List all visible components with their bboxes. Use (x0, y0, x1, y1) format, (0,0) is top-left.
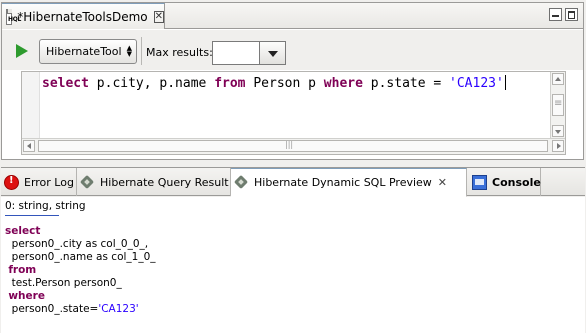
console-config-value: HibernateTool (46, 45, 122, 58)
editor-tabbar: HQL *HibernateToolsDemo ✕ (2, 3, 583, 29)
divider (5, 215, 59, 216)
panel-tabbar: Error Log Hibernate Query Result Hiberna… (1, 168, 585, 197)
generated-sql: select person0_.city as col_0_0_, person… (5, 225, 156, 315)
query-text-area[interactable]: select p.city, p.name from Person p wher… (21, 71, 566, 155)
run-query-icon[interactable] (16, 44, 28, 58)
close-icon[interactable]: ✕ (438, 176, 447, 189)
max-results-label: Max results: (146, 46, 213, 59)
hibernate-icon (80, 175, 95, 190)
scroll-left-icon[interactable] (23, 140, 35, 152)
scroll-down-icon[interactable] (552, 125, 564, 137)
scroll-up-icon[interactable] (552, 73, 564, 85)
tab-hibernate-dynamic-sql-preview[interactable]: Hibernate Dynamic SQL Preview ✕ (231, 168, 467, 197)
hql-editor-view: HQL *HibernateToolsDemo ✕ HibernateTool … (1, 2, 584, 160)
query-toolbar: HibernateTool ▲ ▼ Max results: (2, 30, 583, 70)
query-line: select p.city, p.name from Person p wher… (42, 75, 506, 91)
error-log-icon (4, 174, 19, 190)
vertical-scrollbar[interactable] (550, 72, 565, 138)
minimize-icon[interactable] (549, 8, 562, 21)
maximize-icon[interactable] (565, 8, 578, 21)
editor-ruler (22, 72, 40, 138)
editor-tab[interactable]: HQL *HibernateToolsDemo ✕ (2, 3, 165, 29)
close-icon[interactable]: ✕ (153, 10, 164, 23)
console-icon (472, 174, 487, 190)
toolbar-separator (141, 37, 142, 65)
editor-tab-title: *HibernateToolsDemo (17, 9, 148, 24)
text-caret (504, 75, 506, 90)
horizontal-scroll-thumb[interactable] (38, 140, 548, 152)
sql-preview-content: 0: string, string select person0_.city a… (1, 197, 585, 333)
tab-error-log[interactable]: Error Log (1, 168, 77, 196)
max-results-input[interactable] (212, 41, 260, 65)
scroll-right-icon[interactable] (552, 140, 564, 152)
tab-console[interactable]: Console (469, 168, 541, 196)
select-arrows-icon: ▲ ▼ (126, 44, 132, 58)
result-columns-info: 0: string, string (5, 200, 86, 212)
console-config-select[interactable]: HibernateTool ▲ ▼ (39, 39, 137, 64)
horizontal-scrollbar[interactable] (22, 138, 565, 154)
hql-file-icon: HQL (6, 8, 21, 25)
bottom-panel: Error Log Hibernate Query Result Hiberna… (1, 167, 585, 333)
max-results-dropdown-button[interactable] (260, 41, 286, 65)
tab-hibernate-query-result[interactable]: Hibernate Query Result (77, 168, 231, 196)
hibernate-icon (234, 175, 249, 190)
vertical-scroll-thumb[interactable] (552, 94, 564, 116)
